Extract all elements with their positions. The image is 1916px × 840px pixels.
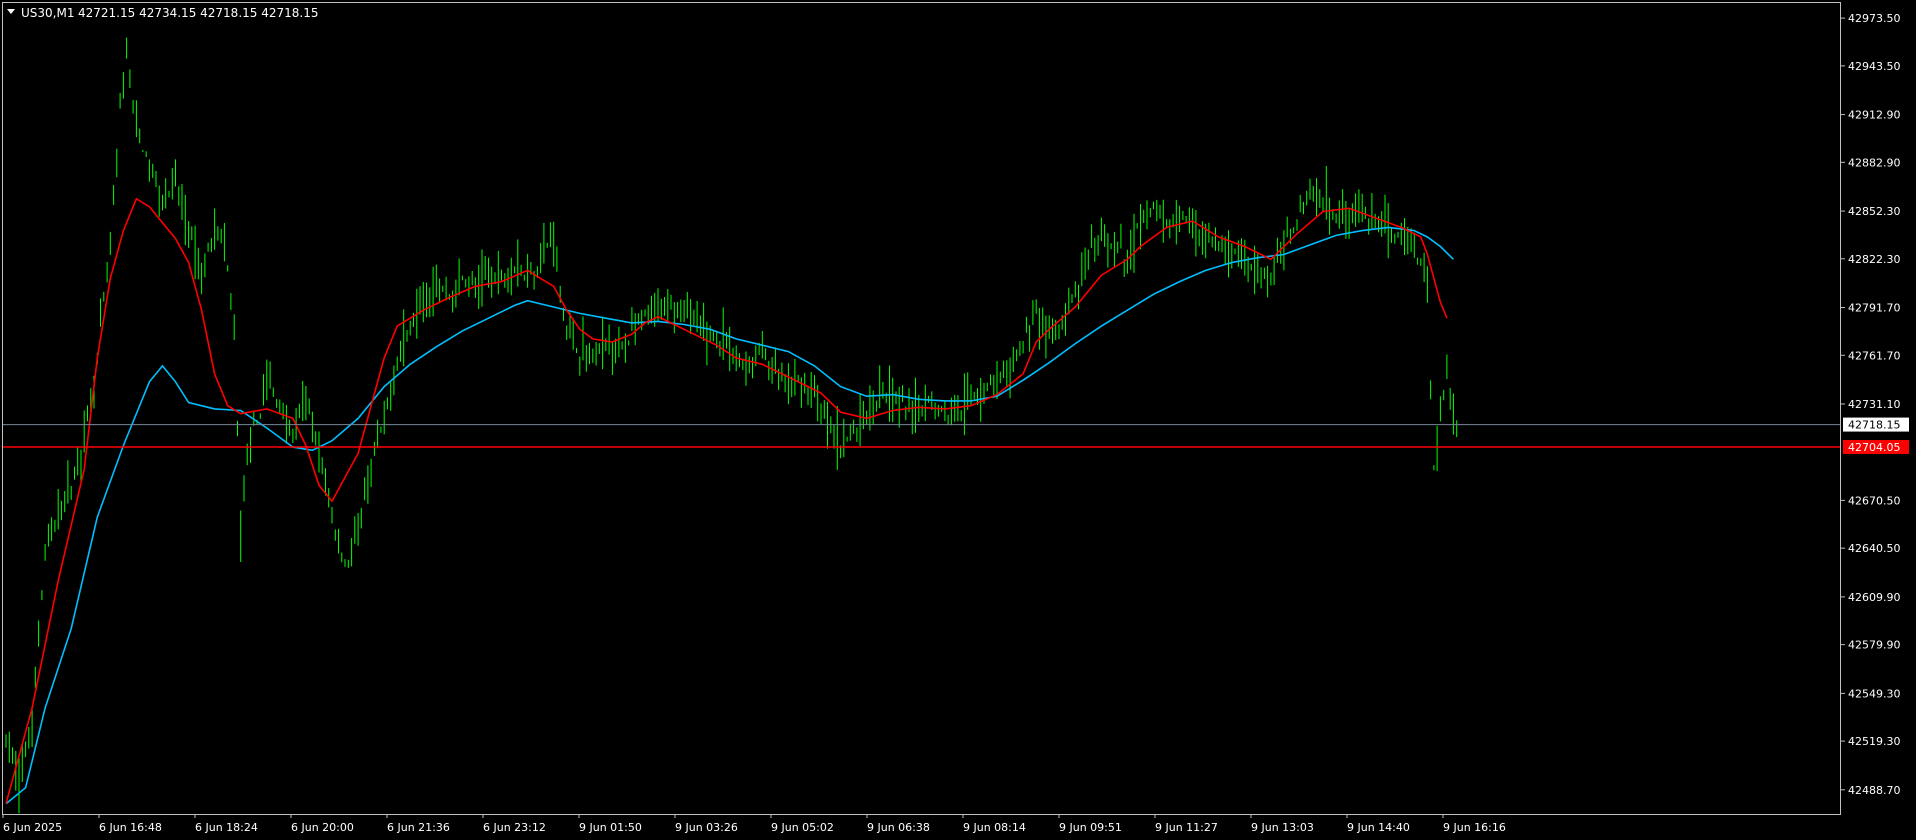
price-tick-label: 42943.50 [1848,60,1901,73]
ohlc-values: 42721.15 42734.15 42718.15 42718.15 [78,6,318,20]
bid-price-label: 42718.15 [1848,419,1901,432]
price-tick-label: 42822.30 [1848,253,1901,266]
time-tick-label: 9 Jun 05:02 [771,821,834,834]
price-tick-label: 42973.50 [1848,12,1901,25]
price-tick-label: 42912.90 [1848,109,1901,122]
price-tick-label: 42488.70 [1848,784,1901,797]
time-tick-label: 9 Jun 16:16 [1443,821,1506,834]
level-price-label: 42704.05 [1848,441,1901,454]
chart-header: US30,M1 42721.15 42734.15 42718.15 42718… [7,6,318,20]
price-tick-label: 42761.70 [1848,349,1901,362]
time-tick-label: 9 Jun 11:27 [1155,821,1218,834]
time-tick-label: 6 Jun 20:00 [291,821,354,834]
time-tick-label: 9 Jun 01:50 [579,821,642,834]
price-tick-label: 42731.10 [1848,398,1901,411]
price-tick-label: 42519.30 [1848,735,1901,748]
time-tick-label: 6 Jun 21:36 [387,821,450,834]
price-tick-label: 42882.90 [1848,156,1901,169]
price-tick-label: 42640.50 [1848,542,1901,555]
time-tick-label: 9 Jun 08:14 [963,821,1026,834]
symbol-label: US30,M1 [21,6,74,20]
time-tick-label: 9 Jun 03:26 [675,821,738,834]
price-tick-label: 42670.50 [1848,494,1901,507]
price-tick-label: 42579.90 [1848,639,1901,652]
time-tick-label: 9 Jun 06:38 [867,821,930,834]
time-tick-label: 6 Jun 18:24 [195,821,258,834]
price-tick-label: 42549.30 [1848,687,1901,700]
chart-canvas[interactable]: 42973.50 42943.50 42912.90 42882.90 42852.30… [0,0,1916,840]
time-tick-label: 9 Jun 09:51 [1059,821,1122,834]
price-tick-label: 42852.30 [1848,205,1901,218]
price-tick-label: 42791.70 [1848,302,1901,315]
time-tick-label: 6 Jun 16:48 [99,821,162,834]
price-tick-label: 42609.90 [1848,591,1901,604]
time-tick-label: 9 Jun 13:03 [1251,821,1314,834]
price-chart[interactable]: 42973.50 42943.50 42912.90 42882.90 42852.30… [0,0,1916,840]
time-tick-label: 6 Jun 23:12 [483,821,546,834]
time-tick-label: 6 Jun 2025 [3,821,62,834]
time-tick-label: 9 Jun 14:40 [1347,821,1410,834]
